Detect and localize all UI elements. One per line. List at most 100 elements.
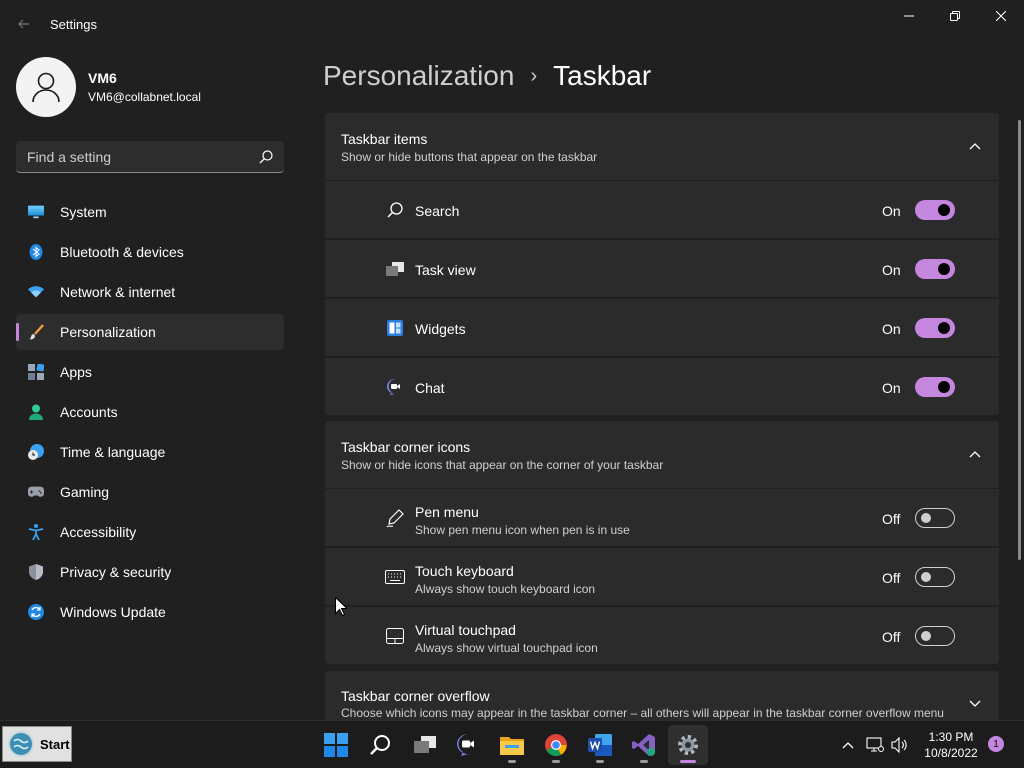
search-icon bbox=[259, 150, 273, 164]
corner-overflow-section: Taskbar corner overflow Choose which ico… bbox=[325, 671, 999, 720]
taskbar-settings[interactable] bbox=[668, 725, 708, 765]
toggle-knob bbox=[938, 263, 950, 275]
sidebar-item-apps[interactable]: Apps bbox=[16, 354, 284, 390]
touch-keyboard-toggle[interactable] bbox=[915, 567, 955, 587]
tray-volume[interactable] bbox=[890, 733, 910, 757]
section-title: Taskbar corner overflow bbox=[341, 688, 490, 704]
sidebar-item-gaming[interactable]: Gaming bbox=[16, 474, 284, 510]
avatar bbox=[16, 57, 76, 117]
sidebar-item-accessibility[interactable]: Accessibility bbox=[16, 514, 284, 550]
section-subtitle: Show or hide buttons that appear on the … bbox=[341, 150, 598, 164]
apps-icon bbox=[28, 364, 44, 380]
toggle-state: On bbox=[882, 262, 901, 278]
chevron-up-icon bbox=[969, 143, 981, 150]
taskbar-file-explorer[interactable] bbox=[492, 725, 532, 765]
task-view-toggle[interactable] bbox=[915, 259, 955, 279]
row-label: Widgets bbox=[415, 321, 466, 337]
gamepad-icon bbox=[28, 484, 44, 500]
row-label: Touch keyboard bbox=[415, 563, 514, 579]
virtual-touchpad-toggle[interactable] bbox=[915, 626, 955, 646]
volume-icon bbox=[891, 737, 907, 753]
pen-menu-toggle[interactable] bbox=[915, 508, 955, 528]
toggle-state: Off bbox=[882, 570, 901, 586]
touchpad-icon bbox=[385, 627, 405, 645]
virtual-touchpad-row: Virtual touchpad Always show virtual tou… bbox=[325, 607, 999, 664]
section-title: Taskbar items bbox=[341, 131, 428, 147]
chevron-up-icon bbox=[842, 742, 854, 749]
arrow-left-icon bbox=[18, 19, 29, 29]
chat-row: Chat On bbox=[325, 358, 999, 415]
running-indicator bbox=[552, 760, 560, 763]
row-label: Virtual touchpad bbox=[415, 622, 516, 638]
row-label: Search bbox=[415, 203, 460, 219]
sidebar-item-time-language[interactable]: Time & language bbox=[16, 434, 284, 470]
start-button[interactable]: Start bbox=[2, 726, 72, 762]
close-button[interactable] bbox=[978, 0, 1024, 32]
breadcrumb-parent[interactable]: Personalization bbox=[323, 60, 514, 92]
search-input[interactable] bbox=[16, 141, 256, 172]
taskbar-chat[interactable] bbox=[448, 725, 488, 765]
chat-toggle[interactable] bbox=[915, 377, 955, 397]
file-explorer-icon bbox=[500, 737, 524, 755]
taskbar-items-section: Taskbar items Show or hide buttons that … bbox=[325, 113, 999, 415]
sidebar-item-label: Bluetooth & devices bbox=[60, 244, 184, 260]
sidebar-item-windows-update[interactable]: Windows Update bbox=[16, 594, 284, 630]
sidebar-item-bluetooth[interactable]: Bluetooth & devices bbox=[16, 234, 284, 270]
taskbar-task-view[interactable] bbox=[405, 725, 445, 765]
taskbar-word[interactable] bbox=[580, 725, 620, 765]
widgets-toggle[interactable] bbox=[915, 318, 955, 338]
clock-date: 10/8/2022 bbox=[924, 746, 978, 760]
corner-overflow-header[interactable]: Taskbar corner overflow Choose which ico… bbox=[325, 671, 999, 720]
sidebar-item-accounts[interactable]: Accounts bbox=[16, 394, 284, 430]
sidebar-item-system[interactable]: System bbox=[16, 194, 284, 230]
restore-button[interactable] bbox=[932, 0, 978, 32]
taskbar-windows-start[interactable] bbox=[316, 725, 356, 765]
taskbar-visual-studio[interactable] bbox=[624, 725, 664, 765]
sidebar-item-label: Accessibility bbox=[60, 524, 137, 540]
sidebar-item-privacy[interactable]: Privacy & security bbox=[16, 554, 284, 590]
start-orb-icon bbox=[8, 731, 34, 757]
clock[interactable]: 1:30 PM 10/8/2022 bbox=[918, 729, 984, 761]
corner-icons-header[interactable]: Taskbar corner icons Show or hide icons … bbox=[325, 421, 999, 488]
task-view-icon bbox=[385, 260, 405, 278]
toggle-knob bbox=[921, 631, 931, 641]
sidebar-item-label: Windows Update bbox=[60, 604, 166, 620]
sidebar-item-personalization[interactable]: Personalization bbox=[16, 314, 284, 350]
taskbar-items-header[interactable]: Taskbar items Show or hide buttons that … bbox=[325, 113, 999, 180]
section-title: Taskbar corner icons bbox=[341, 439, 471, 455]
back-button[interactable] bbox=[12, 12, 36, 36]
row-label: Chat bbox=[415, 380, 445, 396]
sidebar-item-label: Personalization bbox=[60, 324, 156, 340]
sidebar-item-label: Time & language bbox=[60, 444, 166, 460]
toggle-state: On bbox=[882, 203, 901, 219]
user-profile[interactable]: VM6 VM6@collabnet.local bbox=[16, 57, 201, 117]
settings-gear-icon bbox=[678, 735, 698, 755]
search-box[interactable] bbox=[16, 141, 284, 173]
scrollbar[interactable] bbox=[1018, 120, 1021, 560]
row-description: Always show touch keyboard icon bbox=[415, 582, 596, 596]
tray-overflow-button[interactable] bbox=[838, 733, 858, 757]
monitor-icon bbox=[28, 204, 44, 220]
running-indicator bbox=[508, 760, 516, 763]
person-icon bbox=[28, 404, 44, 420]
notification-badge[interactable]: 1 bbox=[988, 736, 1004, 752]
breadcrumb-separator: › bbox=[530, 64, 538, 87]
taskbar-search[interactable] bbox=[360, 725, 400, 765]
sidebar-item-label: System bbox=[60, 204, 107, 220]
sidebar-item-network[interactable]: Network & internet bbox=[16, 274, 284, 310]
minimize-icon bbox=[904, 15, 914, 17]
network-icon bbox=[866, 737, 884, 752]
search-toggle[interactable] bbox=[915, 200, 955, 220]
toggle-knob bbox=[921, 572, 931, 582]
sidebar-nav: System Bluetooth & devices Network & int… bbox=[16, 194, 284, 634]
tray-network[interactable] bbox=[865, 733, 885, 757]
restore-icon bbox=[950, 11, 960, 21]
windows-start-icon bbox=[324, 733, 348, 757]
minimize-button[interactable] bbox=[886, 0, 932, 32]
taskbar-chrome[interactable] bbox=[536, 725, 576, 765]
touch-keyboard-row: Touch keyboard Always show touch keyboar… bbox=[325, 548, 999, 605]
corner-icons-section: Taskbar corner icons Show or hide icons … bbox=[325, 421, 999, 664]
running-indicator bbox=[680, 760, 696, 763]
page-title: Taskbar bbox=[553, 60, 652, 91]
widgets-icon bbox=[385, 319, 405, 337]
